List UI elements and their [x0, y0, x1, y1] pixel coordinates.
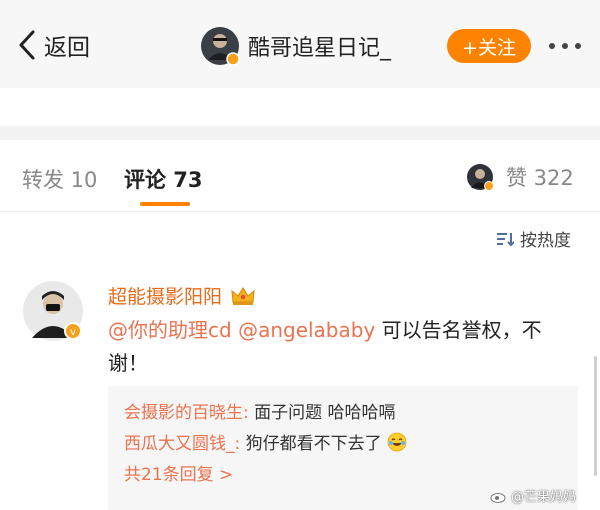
- weibo-logo-icon: [490, 492, 506, 503]
- watermark: @芒果妈妈: [490, 486, 576, 505]
- reply-text: 面子问题 哈哈哈嗝: [248, 403, 396, 423]
- account-avatar: [201, 27, 240, 66]
- content-spacer: [0, 88, 600, 126]
- watermark-text: @芒果妈妈: [511, 490, 577, 505]
- follow-button[interactable]: +关注: [447, 29, 531, 63]
- section-divider: [0, 126, 600, 140]
- tab-like[interactable]: 赞 322: [466, 162, 574, 192]
- reply-item: 西瓜大又圆钱_: 狗仔都看不下去了: [124, 429, 562, 460]
- account-title[interactable]: 酷哥追星日记_: [200, 24, 391, 68]
- view-all-replies-link[interactable]: 共21条回复 >: [124, 465, 233, 485]
- svg-text:v: v: [70, 327, 76, 338]
- back-button[interactable]: 返回: [16, 27, 90, 63]
- active-tab-indicator: [140, 202, 190, 206]
- tab-comment[interactable]: 评论 73: [124, 164, 203, 194]
- reply-item: 会摄影的百晓生: 面子问题 哈哈哈嗝: [124, 398, 562, 429]
- sort-by-hot-button[interactable]: 按热度: [496, 226, 571, 251]
- commenter-avatar[interactable]: v: [22, 280, 84, 342]
- weibo-comment-page: 返回 酷哥追星日记_ +关注 转发 10 评论 73 赞 322 按热度 v 超…: [0, 0, 600, 510]
- chevron-left-icon: [19, 30, 35, 60]
- laugh-cry-emoji-icon: [387, 432, 407, 452]
- reply-text: 狗仔都看不下去了: [240, 434, 382, 454]
- commenter-header: 超能摄影阳阳: [108, 282, 256, 309]
- page-title: 酷哥追星日记_: [248, 36, 392, 61]
- like-count: 赞 322: [506, 166, 574, 190]
- scrollbar[interactable]: [594, 356, 597, 476]
- liker-avatar: [467, 164, 494, 191]
- commenter-username[interactable]: 超能摄影阳阳: [108, 282, 222, 309]
- tab-forward[interactable]: 转发 10: [22, 164, 97, 194]
- sort-label: 按热度: [520, 231, 571, 251]
- more-dots-icon[interactable]: [545, 28, 585, 64]
- verified-badge-icon: [226, 52, 240, 66]
- reply-username[interactable]: 会摄影的百晓生:: [124, 403, 249, 423]
- comment-text: @你的助理cd @angelababy 可以告名誉权，不谢！: [108, 314, 548, 380]
- crown-icon: [231, 286, 255, 305]
- interaction-tabs: 转发 10 评论 73 赞 322: [0, 140, 600, 212]
- mention-angelababy-link[interactable]: @angelababy: [238, 318, 375, 342]
- top-nav-bar: 返回 酷哥追星日记_ +关注: [0, 0, 600, 88]
- mention-assistant-link[interactable]: @你的助理cd: [108, 318, 232, 342]
- sort-icon: [497, 232, 514, 246]
- back-label: 返回: [44, 35, 90, 61]
- reply-username[interactable]: 西瓜大又圆钱_:: [124, 434, 240, 454]
